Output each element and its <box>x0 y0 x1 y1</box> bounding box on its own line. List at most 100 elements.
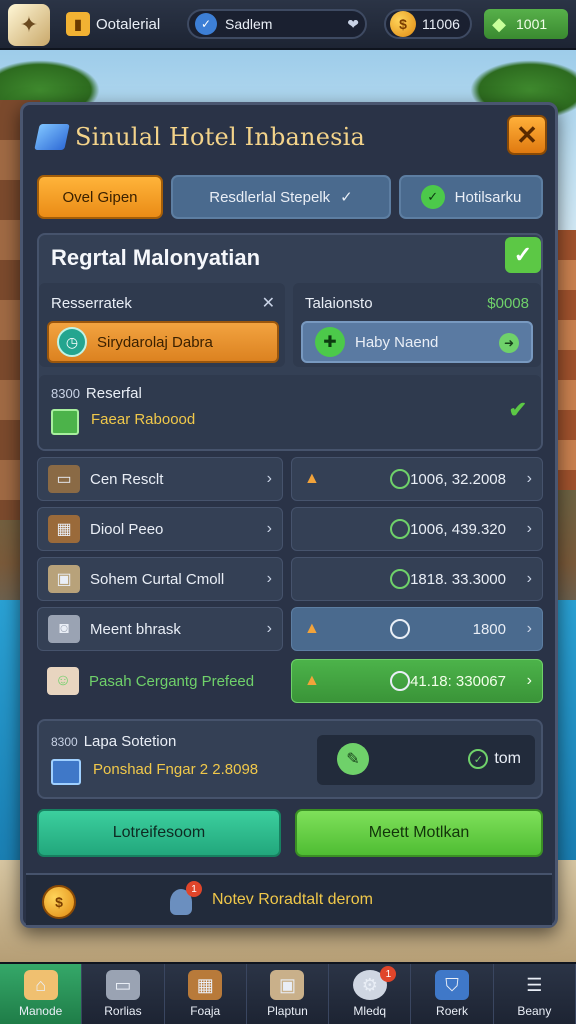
nav-label: Roerk <box>436 1004 469 1018</box>
list-item[interactable]: ☺ Pasah Cergantg Prefeed <box>37 659 283 703</box>
nav-home[interactable]: ⌂ Manode <box>0 964 83 1024</box>
panel-header: Sinulal Hotel Inbanesia <box>34 123 366 151</box>
item-label: Cen Resclt <box>90 470 164 488</box>
list-item[interactable]: ▣ Sohem Curtal Cmoll › <box>37 557 283 601</box>
drop-icon: ▲ <box>304 470 320 487</box>
house-icon: ⌂ <box>23 970 58 1000</box>
bottom-nav: ⌂ Manode ▭ Rorlias ▦ Foaja ▣ Plaptun ⚙ M… <box>0 962 576 1024</box>
clock-icon <box>390 469 410 489</box>
close-button[interactable]: ✕ <box>507 115 547 155</box>
value-row[interactable]: ▲ 1800 › <box>291 607 543 651</box>
reserve-label: Reserfal <box>85 385 142 402</box>
value-row[interactable]: ▲ 1006, 32.2008 › <box>291 457 543 501</box>
item-value: 1800 <box>472 621 506 638</box>
gem-icon: ◆ <box>492 13 506 34</box>
list-item[interactable]: ◙ Meent bhrask › <box>37 607 283 651</box>
value-row[interactable]: 1006, 439.320 › <box>291 507 543 551</box>
hotel-icon: ▮ <box>66 12 90 36</box>
check-icon: ✔ <box>508 397 527 422</box>
season-selector[interactable]: ✓ Sadlem ❤ <box>187 9 367 39</box>
stats-value: $0008 <box>487 295 529 312</box>
hotel-label: Ootalerial <box>96 15 161 33</box>
chevron-right-icon: › <box>526 672 532 689</box>
promo-prefix: 8300 <box>51 735 78 749</box>
clock-icon: ◷ <box>57 327 87 357</box>
stats-button[interactable]: ✚ Haby Naend ➜ <box>301 321 533 363</box>
reserve-row[interactable]: 8300 Reserfal Faear Raboood ✔ <box>39 375 541 449</box>
nav-label: Foaja <box>190 1004 221 1018</box>
stats-label: Talaionsto <box>305 295 373 312</box>
basket-icon: ▭ <box>48 465 80 493</box>
notification-badge: 1 <box>186 881 202 897</box>
value-row[interactable]: ▲ 41.18: 330067 › <box>291 659 543 703</box>
nav-map[interactable]: ▣ Plaptun <box>247 964 330 1024</box>
person-icon: ☺ <box>47 667 79 695</box>
reserve-title: 8300 Reserfal <box>51 385 142 402</box>
panel-title: Sinulal Hotel Inbanesia <box>75 123 366 151</box>
item-value: 1006, 32.2008 <box>410 471 506 488</box>
footer-text: Notev Roradtalt derom <box>212 891 373 908</box>
check-icon: ✓ <box>195 13 217 35</box>
value-row[interactable]: 1818. 33.3000 › <box>291 557 543 601</box>
chevron-right-icon: › <box>526 570 532 587</box>
gem-value: 1001 <box>516 16 548 32</box>
map-icon: ▣ <box>270 970 305 1000</box>
drop-icon: ▲ <box>304 620 320 637</box>
reservation-button-label: Sirydarolaj Dabra <box>97 333 213 351</box>
drop-icon: ▲ <box>304 672 320 689</box>
coin-icon: $ <box>390 11 416 37</box>
section-title: Regrtal Malonyatian <box>51 245 261 270</box>
tab-label: Hotilsarku <box>454 188 522 206</box>
chevron-right-icon: › <box>526 620 532 637</box>
nav-label: Manode <box>18 1004 63 1018</box>
crate-icon: ▦ <box>48 515 80 543</box>
hotel-flag-icon <box>34 124 70 150</box>
box-icon: ▭ <box>105 970 140 1000</box>
nav-rooms[interactable]: ▭ Rorlias <box>82 964 165 1024</box>
nav-label: Mledq <box>353 1004 387 1018</box>
item-value: 1006, 439.320 <box>410 521 506 538</box>
list-item[interactable]: ▭ Cen Resclt › <box>37 457 283 501</box>
nav-food[interactable]: ▦ Foaja <box>165 964 247 1024</box>
clock-icon <box>390 519 410 539</box>
clock-icon <box>390 671 410 691</box>
chevron-right-icon: › <box>266 570 272 587</box>
room-icon <box>51 409 79 435</box>
left-action-button[interactable]: Lotreifesoom <box>37 809 281 857</box>
reserve-sub: Faear Raboood <box>91 411 196 428</box>
safe-icon: ◙ <box>48 615 80 643</box>
item-label: Meent bhrask <box>90 620 181 638</box>
stats-button-label: Haby Naend <box>355 333 439 351</box>
notification-badge: 1 <box>380 966 397 982</box>
tab-residential[interactable]: Resdlerlal Stepelk ✓ <box>171 175 391 219</box>
nav-shield[interactable]: ⛉ Roerk <box>411 964 494 1024</box>
item-value: 41.18: 330067 <box>410 673 506 690</box>
promo-action[interactable]: ✎ ✓ tom <box>317 735 535 785</box>
nav-menu[interactable]: ☰ Beany <box>494 964 576 1024</box>
stats-card: Talaionsto $0008 ✚ Haby Naend ➜ <box>293 283 541 367</box>
hotel-management-panel: Sinulal Hotel Inbanesia ✕ Ovel Gipen Res… <box>20 102 558 928</box>
close-icon[interactable]: ✕ <box>262 293 275 313</box>
tab-hotel[interactable]: ✓ Hotilsarku <box>399 175 543 219</box>
promo-box-text: tom <box>494 750 521 767</box>
check-icon: ✓ <box>468 749 489 769</box>
nav-settings[interactable]: ⚙ Mledq 1 <box>329 964 412 1024</box>
season-label: Sadlem <box>225 16 273 32</box>
heart-icon: ❤ <box>347 15 359 32</box>
confirm-check-button[interactable]: ✓ <box>505 237 541 273</box>
item-label: Diool Peeo <box>90 520 164 538</box>
chevron-right-icon: › <box>266 470 272 487</box>
coin-icon[interactable]: $ <box>42 885 76 919</box>
right-action-button[interactable]: Meett Motlkan <box>295 809 543 857</box>
game-logo-icon[interactable]: ✦ <box>8 4 50 46</box>
reservation-button[interactable]: ◷ Sirydarolaj Dabra <box>47 321 279 363</box>
tab-label: Resdlerlal Stepelk <box>209 188 331 206</box>
check-icon: ✓ <box>340 189 353 206</box>
item-label: Pasah Cergantg Prefeed <box>89 672 255 690</box>
coin-value: 11006 <box>422 16 460 32</box>
coin-counter[interactable]: $ 11006 <box>384 9 472 39</box>
gem-counter[interactable]: ◆ 1001 <box>484 9 568 39</box>
list-item[interactable]: ▦ Diool Peeo › <box>37 507 283 551</box>
tab-overview[interactable]: Ovel Gipen <box>37 175 163 219</box>
hotel-chip[interactable]: ▮ Ootalerial <box>66 10 160 38</box>
